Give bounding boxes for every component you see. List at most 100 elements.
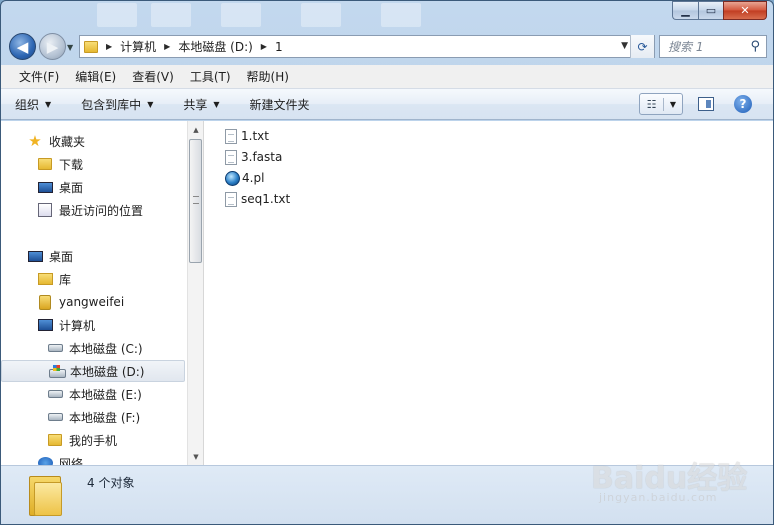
nav-drive-d[interactable]: 本地磁盘 (D:) bbox=[1, 360, 185, 382]
taskbar-thumbnail bbox=[301, 3, 341, 27]
windows-drive-icon bbox=[48, 363, 66, 379]
include-library-button[interactable]: 包含到库中 ▼ bbox=[81, 96, 153, 113]
nav-scrollbar[interactable]: ▲ ▼ bbox=[187, 121, 204, 465]
title-bar: ▁ ▭ ✕ bbox=[1, 1, 773, 29]
nav-libraries[interactable]: 库 bbox=[1, 268, 185, 290]
organize-button[interactable]: 组织 ▼ bbox=[15, 96, 51, 113]
scroll-thumb[interactable] bbox=[189, 139, 202, 263]
new-folder-button[interactable]: 新建文件夹 bbox=[250, 96, 310, 113]
menu-edit[interactable]: 编辑(E) bbox=[67, 68, 124, 85]
nav-recent-places[interactable]: 最近访问的位置 bbox=[1, 199, 185, 221]
address-row: ◀ ▶ ▼ ▶ 计算机 ▶ 本地磁盘 (D:) ▶ 1 ▼ ⟳ 搜索 1 ⚲ bbox=[1, 31, 773, 63]
chevron-down-icon: ▼ bbox=[147, 99, 154, 109]
menu-view[interactable]: 查看(V) bbox=[124, 68, 182, 85]
crumb-separator-icon[interactable]: ▶ bbox=[160, 42, 174, 51]
crumb-computer[interactable]: 计算机 bbox=[116, 36, 160, 57]
chevron-down-icon: ▼ bbox=[45, 99, 52, 109]
address-dropdown-icon[interactable]: ▼ bbox=[621, 41, 628, 51]
computer-icon bbox=[37, 317, 53, 333]
taskbar-thumbnail bbox=[151, 3, 191, 27]
back-arrow-icon: ◀ bbox=[16, 37, 29, 56]
search-icon[interactable]: ⚲ bbox=[750, 39, 760, 54]
share-button[interactable]: 共享 ▼ bbox=[183, 96, 219, 113]
explorer-window: ▁ ▭ ✕ ◀ ▶ ▼ ▶ 计算机 ▶ 本地磁盘 (D:) ▶ 1 ▼ ⟳ 搜索… bbox=[0, 0, 774, 525]
search-input[interactable]: 搜索 1 ⚲ bbox=[659, 35, 767, 58]
drive-icon bbox=[47, 386, 63, 402]
crumb-separator-icon[interactable]: ▶ bbox=[257, 42, 271, 51]
crumb-drive-d[interactable]: 本地磁盘 (D:) bbox=[174, 36, 256, 57]
change-view-button[interactable]: ☷ ▼ bbox=[639, 93, 683, 115]
taskbar-thumbnail bbox=[97, 3, 137, 27]
file-item[interactable]: 3.fasta bbox=[225, 147, 282, 167]
nav-my-phone[interactable]: 我的手机 bbox=[1, 429, 185, 451]
new-folder-label: 新建文件夹 bbox=[249, 97, 310, 112]
folder-icon bbox=[29, 472, 63, 516]
back-button[interactable]: ◀ bbox=[9, 33, 36, 60]
minimize-button[interactable]: ▁ bbox=[672, 1, 698, 20]
file-item[interactable]: 1.txt bbox=[225, 126, 269, 146]
content-area: ★ 收藏夹 下载 桌面 最近访问的位置 桌面 库 yangweifei 计算机 … bbox=[1, 121, 773, 465]
address-bar[interactable]: ▶ 计算机 ▶ 本地磁盘 (D:) ▶ 1 ▼ ⟳ bbox=[79, 35, 655, 58]
nav-favorites[interactable]: ★ 收藏夹 bbox=[1, 130, 185, 152]
nav-label: 计算机 bbox=[59, 318, 96, 333]
nav-downloads[interactable]: 下载 bbox=[1, 153, 185, 175]
chevron-down-icon[interactable]: ▼ bbox=[664, 100, 682, 109]
menu-help[interactable]: 帮助(H) bbox=[239, 68, 297, 85]
nav-label: 本地磁盘 (E:) bbox=[69, 387, 142, 402]
nav-label: 桌面 bbox=[49, 249, 74, 264]
file-item[interactable]: 4.pl bbox=[225, 168, 264, 188]
file-name: 4.pl bbox=[242, 171, 265, 185]
nav-label: 本地磁盘 (D:) bbox=[70, 364, 145, 379]
preview-pane-button[interactable] bbox=[698, 97, 714, 111]
help-icon[interactable]: ? bbox=[734, 95, 752, 113]
scroll-up-icon[interactable]: ▲ bbox=[188, 121, 204, 138]
nav-label: 桌面 bbox=[59, 180, 84, 195]
nav-drive-f[interactable]: 本地磁盘 (F:) bbox=[1, 406, 185, 428]
navigation-pane: ★ 收藏夹 下载 桌面 最近访问的位置 桌面 库 yangweifei 计算机 … bbox=[1, 121, 187, 465]
nav-drive-e[interactable]: 本地磁盘 (E:) bbox=[1, 383, 185, 405]
file-name: seq1.txt bbox=[241, 192, 291, 206]
file-item[interactable]: seq1.txt bbox=[225, 189, 290, 209]
menu-tools[interactable]: 工具(T) bbox=[182, 68, 239, 85]
text-file-icon bbox=[225, 149, 237, 165]
nav-label: 本地磁盘 (C:) bbox=[69, 341, 143, 356]
command-bar: 组织 ▼ 包含到库中 ▼ 共享 ▼ 新建文件夹 ☷ ▼ ? bbox=[1, 89, 773, 120]
nav-label: 库 bbox=[59, 272, 72, 287]
include-library-label: 包含到库中 bbox=[81, 97, 142, 112]
taskbar-thumbnail bbox=[381, 3, 421, 27]
nav-label: 下载 bbox=[59, 157, 84, 172]
crumb-folder-1[interactable]: 1 bbox=[271, 36, 287, 57]
nav-desktop[interactable]: 桌面 bbox=[1, 245, 185, 267]
drive-icon bbox=[47, 409, 63, 425]
nav-label: 最近访问的位置 bbox=[59, 203, 144, 218]
share-label: 共享 bbox=[183, 97, 208, 112]
menu-file[interactable]: 文件(F) bbox=[11, 68, 67, 85]
nav-label: 我的手机 bbox=[69, 433, 118, 448]
downloads-folder-icon bbox=[37, 156, 53, 172]
close-button[interactable]: ✕ bbox=[723, 1, 767, 20]
network-icon bbox=[37, 455, 53, 465]
file-name: 3.fasta bbox=[241, 150, 283, 164]
desktop-icon bbox=[37, 179, 53, 195]
details-pane: 4 个对象 bbox=[1, 465, 773, 524]
maximize-button[interactable]: ▭ bbox=[698, 1, 723, 20]
window-controls: ▁ ▭ ✕ bbox=[672, 1, 767, 20]
forward-arrow-icon: ▶ bbox=[46, 37, 59, 56]
nav-desktop-favorite[interactable]: 桌面 bbox=[1, 176, 185, 198]
refresh-button[interactable]: ⟳ bbox=[630, 35, 654, 58]
nav-computer[interactable]: 计算机 bbox=[1, 314, 185, 336]
forward-button[interactable]: ▶ bbox=[39, 33, 66, 60]
star-icon: ★ bbox=[28, 132, 42, 150]
recent-places-icon bbox=[37, 202, 53, 218]
phone-folder-icon bbox=[47, 432, 63, 448]
nav-label: yangweifei bbox=[59, 295, 125, 309]
nav-label: 本地磁盘 (F:) bbox=[69, 410, 141, 425]
nav-user[interactable]: yangweifei bbox=[1, 291, 185, 313]
recent-pages-dropdown[interactable]: ▼ bbox=[67, 43, 73, 52]
crumb-separator-icon[interactable]: ▶ bbox=[102, 42, 116, 51]
address-folder-icon bbox=[80, 36, 102, 57]
nav-network[interactable]: 网络 bbox=[1, 452, 185, 465]
organize-label: 组织 bbox=[15, 97, 40, 112]
scroll-down-icon[interactable]: ▼ bbox=[188, 448, 204, 465]
nav-drive-c[interactable]: 本地磁盘 (C:) bbox=[1, 337, 185, 359]
